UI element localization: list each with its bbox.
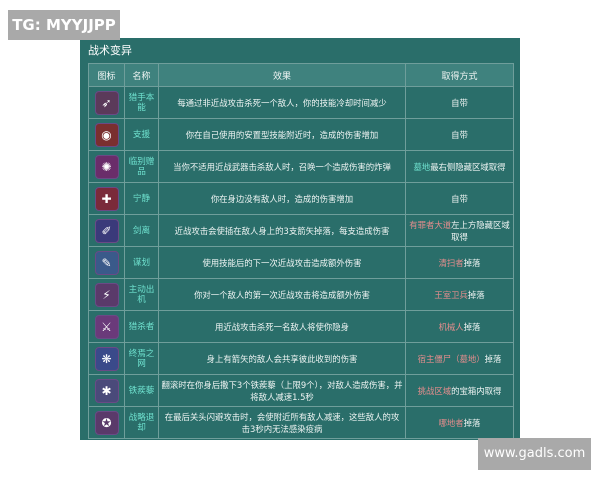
icon-cell: ✐ bbox=[88, 214, 125, 247]
table-row: ✎ 谋划 使用技能后的下一次近战攻击造成额外伤害 清扫者掉落 bbox=[88, 246, 514, 279]
target-icon: ◉ bbox=[94, 122, 119, 147]
mutation-source: 哪地者掉落 bbox=[405, 406, 514, 439]
mutation-name: 剑离 bbox=[124, 214, 159, 247]
source-text: 掉落 bbox=[484, 353, 502, 364]
mutation-effect: 近战攻击会使插在敌人身上的3支箭矢掉落，每支造成伤害 bbox=[158, 214, 406, 247]
table-row: ➶ 猎手本能 每通过非近战攻击杀死一个敌人，你的技能冷却时间减少 自带 bbox=[88, 86, 514, 119]
web-icon: ❋ bbox=[94, 346, 119, 371]
source-text: 掉落 bbox=[463, 257, 481, 268]
source-text: 的宝箱内取得 bbox=[451, 385, 502, 396]
icon-cell: ⚔ bbox=[88, 310, 125, 343]
table-row: ✚ 宁静 你在身边没有敌人时，造成的伤害增加 自带 bbox=[88, 182, 514, 215]
dagger-icon: ⚔ bbox=[94, 314, 119, 339]
mutation-panel: 战术变异 图标 名称 效果 取得方式 ➶ 猎手本能 每通过非近战攻击杀死一个敌人，你… bbox=[80, 38, 520, 440]
icon-cell: ❋ bbox=[88, 342, 125, 375]
mutation-effect: 在最后关头闪避攻击时，会使附近所有敌人减速，这些敌人的攻击3秒内无法感染疫病 bbox=[158, 406, 406, 439]
mutation-effect: 身上有箭矢的敌人会共享彼此收到的伤害 bbox=[158, 342, 406, 375]
source-text: 掉落 bbox=[463, 417, 481, 428]
mutation-name: 临别赠品 bbox=[124, 150, 159, 183]
table-row: ⚔ 猎杀者 用近战攻击杀死一名敌人将使你隐身 机械人掉落 bbox=[88, 310, 514, 343]
table-row: ⚡ 主动出机 你对一个敌人的第一次近战攻击将造成额外伤害 王室卫兵掉落 bbox=[88, 278, 514, 311]
mutation-name: 铁蒺藜 bbox=[124, 374, 159, 407]
icon-cell: ✺ bbox=[88, 150, 125, 183]
table-header-row: 图标 名称 效果 取得方式 bbox=[88, 63, 514, 87]
mutation-name: 宁静 bbox=[124, 182, 159, 215]
mutation-source: 墓地最右侧隐藏区域取得 bbox=[405, 150, 514, 183]
mutation-name: 支援 bbox=[124, 118, 159, 151]
mutation-source: 挑战区域的宝箱内取得 bbox=[405, 374, 514, 407]
icon-cell: ◉ bbox=[88, 118, 125, 151]
icon-cell: ✎ bbox=[88, 246, 125, 279]
header-icon: 图标 bbox=[88, 63, 125, 87]
mutation-effect: 你在自己使用的安置型技能附近时，造成的伤害增加 bbox=[158, 118, 406, 151]
table-body: ➶ 猎手本能 每通过非近战攻击杀死一个敌人，你的技能冷却时间减少 自带 ◉ 支援 你在自己使… bbox=[88, 86, 514, 439]
watermark-bottom: www.gadls.com bbox=[478, 438, 591, 470]
mutation-source: 自带 bbox=[405, 182, 514, 215]
mutation-source: 清扫者掉落 bbox=[405, 246, 514, 279]
table-row: ✪ 战略退却 在最后关头闪避攻击时，会使附近所有敌人减速，这些敌人的攻击3秒内无法感… bbox=[88, 406, 514, 439]
mutation-source: 王室卫兵掉落 bbox=[405, 278, 514, 311]
mutation-source: 机械人掉落 bbox=[405, 310, 514, 343]
source-text: 自带 bbox=[451, 97, 468, 108]
scroll-icon: ✎ bbox=[94, 250, 119, 275]
totem-icon: ✺ bbox=[94, 154, 119, 179]
source-text: 哪地者 bbox=[438, 417, 464, 428]
mutation-name: 谋划 bbox=[124, 246, 159, 279]
mutation-name: 猎手本能 bbox=[124, 86, 159, 119]
source-text: 机械人 bbox=[438, 321, 464, 332]
mutation-name: 主动出机 bbox=[124, 278, 159, 311]
panel-title: 战术变异 bbox=[88, 44, 132, 57]
mutation-effect: 使用技能后的下一次近战攻击造成额外伤害 bbox=[158, 246, 406, 279]
mutation-source: 自带 bbox=[405, 118, 514, 151]
mutation-effect: 用近战攻击杀死一名敌人将使你隐身 bbox=[158, 310, 406, 343]
source-text: 最右侧隐藏区域取得 bbox=[430, 161, 506, 172]
table-row: ✱ 铁蒺藜 翻滚时在你身后撒下3个铁蒺藜（上限9个），对敌人造成伤害，并将敌人减速1… bbox=[88, 374, 514, 407]
mutation-effect: 每通过非近战攻击杀死一个敌人，你的技能冷却时间减少 bbox=[158, 86, 406, 119]
table-row: ✺ 临别赠品 当你不适用近战武器击杀敌人时，召唤一个造成伤害的炸弹 墓地最右侧隐藏区域… bbox=[88, 150, 514, 183]
cross-icon: ✚ bbox=[94, 186, 119, 211]
mutation-name: 猎杀者 bbox=[124, 310, 159, 343]
source-text: 自带 bbox=[451, 129, 468, 140]
mutation-source: 自带 bbox=[405, 86, 514, 119]
mutation-table: 图标 名称 效果 取得方式 ➶ 猎手本能 每通过非近战攻击杀死一个敌人，你的技能冷却… bbox=[88, 63, 514, 439]
bow-arrow-icon: ➶ bbox=[94, 90, 119, 115]
icon-cell: ✱ bbox=[88, 374, 125, 407]
table-row: ✐ 剑离 近战攻击会使插在敌人身上的3支箭矢掉落，每支造成伤害 有罪者大道左上方隐藏区… bbox=[88, 214, 514, 247]
mutation-name: 战略退却 bbox=[124, 406, 159, 439]
header-source: 取得方式 bbox=[405, 63, 514, 87]
mutation-source: 宿主僵尸（墓地）掉落 bbox=[405, 342, 514, 375]
mutation-effect: 翻滚时在你身后撒下3个铁蒺藜（上限9个），对敌人造成伤害，并将敌人减速1.5秒 bbox=[158, 374, 406, 407]
icon-cell: ✪ bbox=[88, 406, 125, 439]
mutation-effect: 你在身边没有敌人时，造成的伤害增加 bbox=[158, 182, 406, 215]
table-row: ◉ 支援 你在自己使用的安置型技能附近时，造成的伤害增加 自带 bbox=[88, 118, 514, 151]
mutation-effect: 当你不适用近战武器击杀敌人时，召唤一个造成伤害的炸弹 bbox=[158, 150, 406, 183]
table-row: ❋ 终焉之网 身上有箭矢的敌人会共享彼此收到的伤害 宿主僵尸（墓地）掉落 bbox=[88, 342, 514, 375]
source-text: 掉落 bbox=[463, 321, 481, 332]
mutation-effect: 你对一个敌人的第一次近战攻击将造成额外伤害 bbox=[158, 278, 406, 311]
source-text: 宿主僵尸（墓地） bbox=[417, 353, 485, 364]
source-text: 自带 bbox=[451, 193, 468, 204]
source-text: 王室卫兵 bbox=[434, 289, 468, 300]
icon-cell: ✚ bbox=[88, 182, 125, 215]
source-text: 左上方隐藏区域取得 bbox=[451, 219, 510, 242]
source-text: 掉落 bbox=[467, 289, 485, 300]
source-text: 有罪者大道 bbox=[409, 219, 452, 230]
lightning-icon: ⚡ bbox=[94, 282, 119, 307]
source-text: 挑战区域 bbox=[417, 385, 452, 396]
caltrops-icon: ✱ bbox=[94, 378, 119, 403]
spikes-icon: ✐ bbox=[94, 218, 119, 243]
header-effect: 效果 bbox=[158, 63, 406, 87]
icon-cell: ➶ bbox=[88, 86, 125, 119]
watermark-top: TG: MYYJJPP bbox=[8, 10, 120, 40]
clock-icon: ✪ bbox=[94, 410, 119, 435]
icon-cell: ⚡ bbox=[88, 278, 125, 311]
mutation-source: 有罪者大道左上方隐藏区域取得 bbox=[405, 214, 514, 247]
source-text: 墓地 bbox=[413, 161, 431, 172]
source-text: 清扫者 bbox=[438, 257, 464, 268]
header-name: 名称 bbox=[124, 63, 159, 87]
mutation-name: 终焉之网 bbox=[124, 342, 159, 375]
